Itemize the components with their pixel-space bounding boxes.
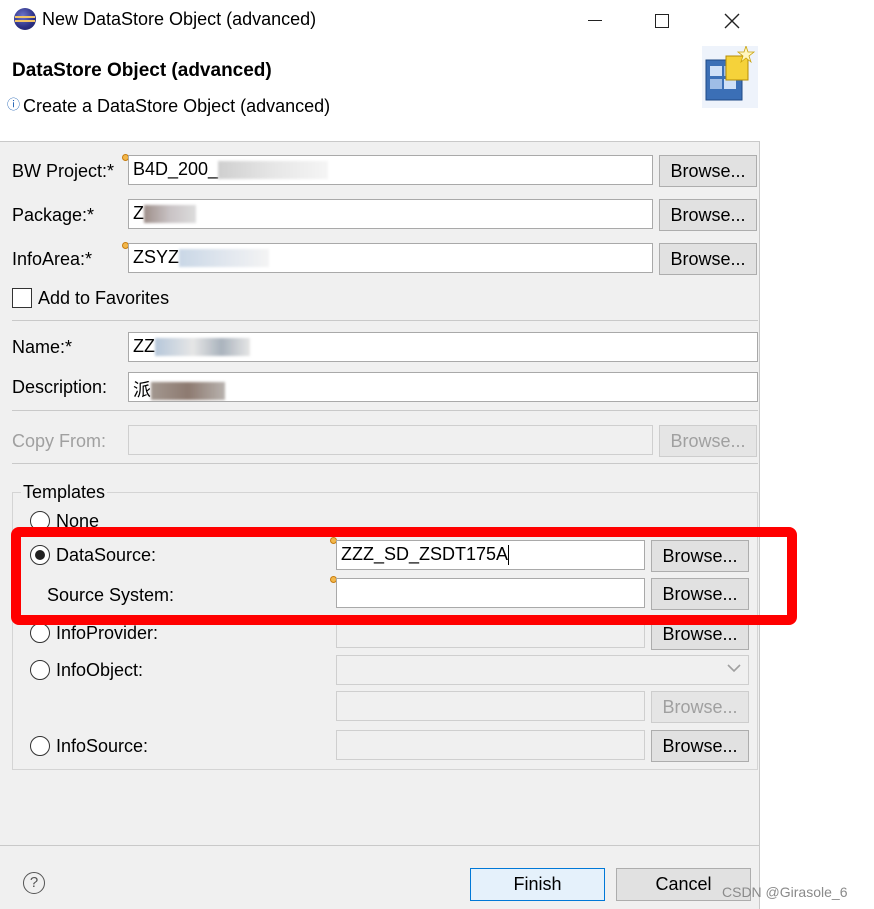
watermark: CSDN @Girasole_6 [722,884,848,900]
infoarea-value: ZSYZ [133,247,180,267]
annotation-highlight-box [11,527,797,625]
info-icon: ⓘ [7,97,21,112]
minimize-button[interactable] [575,4,615,36]
redacted-region [155,338,250,357]
template-infoprovider-label: InfoProvider: [56,623,159,643]
infosource-browse-button[interactable]: Browse... [651,730,749,762]
section-divider [12,320,758,321]
infoarea-field[interactable]: ZSYZ [128,243,653,273]
add-to-favorites-checkbox[interactable] [12,288,32,308]
finish-button[interactable]: Finish [470,868,605,901]
templates-group-label: Templates [21,482,108,503]
description-field[interactable]: 派 [128,372,758,402]
copy-from-browse-button[interactable]: Browse... [659,425,757,457]
template-infosource-label: InfoSource: [56,736,149,756]
title-bar: New DataStore Object (advanced) [0,0,760,40]
template-infoprovider-radio[interactable] [30,623,50,643]
redacted-region [151,382,225,401]
description-label: Description: [12,377,108,397]
maximize-button[interactable] [642,4,682,36]
close-button[interactable] [712,4,752,36]
redacted-region [144,205,196,224]
infoarea-label: InfoArea:* [12,249,93,269]
wizard-header: DataStore Object (advanced) ⓘ Create a D… [0,40,760,142]
infoobject-combo[interactable] [336,655,749,685]
new-datastore-dialog: New DataStore Object (advanced) DataStor… [0,0,760,909]
package-browse-button[interactable]: Browse... [659,199,757,231]
package-label: Package:* [12,205,95,225]
copy-from-field[interactable] [128,425,653,455]
close-icon [724,13,740,29]
footer-divider [0,845,760,846]
infoarea-browse-button[interactable]: Browse... [659,243,757,275]
name-field[interactable]: ZZ [128,332,758,362]
bw-project-label: BW Project:* [12,161,115,181]
template-infoobject-radio[interactable] [30,660,50,680]
chevron-down-icon [727,664,741,673]
template-infoobject-label: InfoObject: [56,660,144,680]
infoobject-field[interactable] [336,691,645,721]
redacted-region [179,249,270,268]
name-label: Name:* [12,337,73,357]
eclipse-app-icon [14,8,36,30]
infoobject-browse-button[interactable]: Browse... [651,691,749,723]
window-title: New DataStore Object (advanced) [42,9,317,29]
description-value: 派 [133,380,151,400]
template-infosource-radio[interactable] [30,736,50,756]
bw-project-browse-button[interactable]: Browse... [659,155,757,187]
section-divider [12,410,758,411]
help-icon[interactable]: ? [23,872,45,894]
wizard-description: Create a DataStore Object (advanced) [23,96,331,116]
bw-project-value: B4D_200_ [133,159,219,179]
redacted-region [218,161,329,180]
add-to-favorites-label: Add to Favorites [38,288,170,308]
maximize-icon [655,13,669,28]
minimize-icon [588,20,602,22]
package-field[interactable]: Z [128,199,653,229]
copy-from-label: Copy From: [12,431,107,451]
datastore-wizard-icon [702,46,758,108]
bw-project-field[interactable]: B4D_200_ [128,155,653,185]
infosource-field[interactable] [336,730,645,760]
wizard-title: DataStore Object (advanced) [12,60,272,81]
package-value: Z [133,203,144,223]
section-divider [12,463,758,464]
name-value: ZZ [133,336,155,356]
